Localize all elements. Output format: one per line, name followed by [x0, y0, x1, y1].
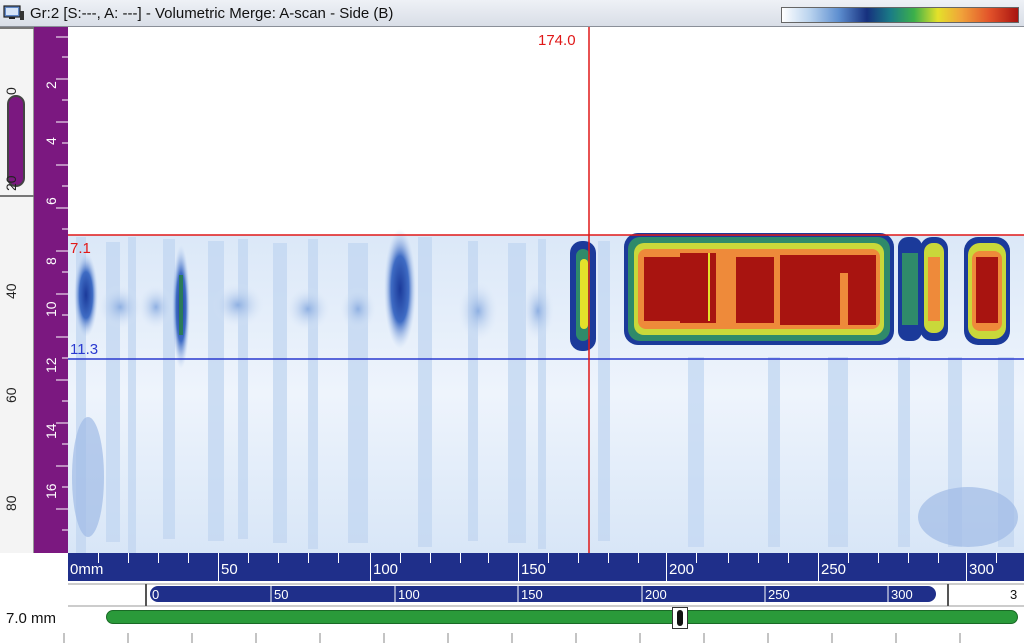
resolution-label: 7.0 mm [6, 610, 57, 627]
color-palette-bar[interactable] [781, 7, 1019, 23]
left-panel-divider [0, 27, 34, 29]
left-scale-label: 20 [3, 175, 19, 191]
monitor-icon[interactable] [3, 5, 25, 21]
scan-axis-tick [158, 553, 159, 563]
scan-axis-label: 50 [221, 561, 238, 578]
scroll-axis-label: 200 [645, 587, 667, 602]
scan-axis-tick [578, 553, 579, 563]
scroll-axis-label: 250 [768, 587, 790, 602]
window-title: Gr:2 [S:---, A: ---] - Volumetric Merge:… [30, 5, 394, 22]
scroll-axis-label: 100 [398, 587, 420, 602]
vertical-cursor-value: 174.0 [538, 32, 576, 49]
left-scale-panel: 0 20 40 60 80 [0, 27, 34, 553]
scan-axis-tick [966, 553, 967, 581]
depth-ruler[interactable]: 2 4 6 8 10 12 14 16 [34, 27, 68, 553]
scan-axis-label: 250 [821, 561, 847, 578]
scan-axis-tick [128, 553, 129, 563]
scan-overview-scrollbar[interactable]: 0 50 100 150 200 250 300 3 [68, 583, 1024, 607]
scroll-axis-label: 0 [152, 587, 159, 602]
scan-axis-tick [548, 553, 549, 563]
scan-axis-tick [218, 553, 219, 581]
scan-axis-ruler[interactable]: 0mm 50 100 150 200 250 300 [68, 553, 1024, 581]
scan-axis-tick [488, 553, 489, 563]
scan-axis-tick [848, 553, 849, 563]
scroll-thumb[interactable] [150, 586, 936, 602]
scan-axis-tick [696, 553, 697, 563]
left-scale-label: 80 [3, 495, 19, 511]
scan-axis-label: 0mm [70, 561, 104, 578]
index-slider-track[interactable] [106, 610, 1018, 624]
scan-axis-tick [338, 553, 339, 563]
scan-axis-tick [996, 553, 997, 563]
scan-axis-tick [400, 553, 401, 563]
scroll-axis-label: 50 [274, 587, 288, 602]
scan-axis-tick [608, 553, 609, 563]
scan-axis-label: 150 [521, 561, 547, 578]
scan-axis-tick [278, 553, 279, 563]
index-axis-ticks [63, 633, 961, 643]
depth-label: 4 [43, 137, 59, 145]
scan-axis-tick [878, 553, 879, 563]
scroll-overflow-label: 3 [1010, 587, 1017, 602]
scan-axis-label: 300 [969, 561, 995, 578]
scan-axis-label: 200 [669, 561, 695, 578]
left-scale-label: 0 [3, 87, 19, 95]
scan-axis-tick [666, 553, 667, 581]
scan-axis-tick [188, 553, 189, 563]
depth-label: 10 [43, 301, 59, 317]
scan-axis-tick [908, 553, 909, 563]
depth-label: 2 [43, 81, 59, 89]
bottom-cursor-value: 11.3 [70, 341, 98, 358]
scan-axis-tick [938, 553, 939, 563]
depth-label: 16 [43, 483, 59, 499]
scroll-axis-label: 300 [891, 587, 913, 602]
scan-axis-tick [370, 553, 371, 581]
scan-axis-tick [308, 553, 309, 563]
scan-axis-tick [758, 553, 759, 563]
scan-axis-tick [728, 553, 729, 563]
index-slider-thumb[interactable] [672, 607, 688, 629]
scan-axis-tick [818, 553, 819, 581]
scroll-axis-label: 150 [521, 587, 543, 602]
left-scale-label: 40 [3, 283, 19, 299]
left-panel-divider [0, 195, 34, 197]
depth-label: 8 [43, 257, 59, 265]
scan-axis-tick [460, 553, 461, 563]
index-axis-row: 7.0 mm [0, 607, 1024, 643]
title-bar: Gr:2 [S:---, A: ---] - Volumetric Merge:… [0, 0, 1024, 27]
depth-label: 14 [43, 423, 59, 439]
scan-axis-tick [788, 553, 789, 563]
scan-axis-label: 100 [373, 561, 399, 578]
depth-label: 6 [43, 197, 59, 205]
depth-label: 12 [43, 357, 59, 373]
scan-axis-tick [518, 553, 519, 581]
scan-axis-tick [248, 553, 249, 563]
left-range-slider[interactable] [7, 95, 25, 187]
left-scale-label: 60 [3, 387, 19, 403]
b-scan-image[interactable]: 174.0 7.1 11.3 [68, 27, 1024, 553]
scan-axis-tick [430, 553, 431, 563]
scan-signal-region [68, 229, 1024, 553]
scan-axis-tick [638, 553, 639, 563]
depth-ruler-ticks: 2 4 6 8 10 12 14 16 [43, 36, 68, 531]
top-cursor-value: 7.1 [70, 240, 91, 257]
